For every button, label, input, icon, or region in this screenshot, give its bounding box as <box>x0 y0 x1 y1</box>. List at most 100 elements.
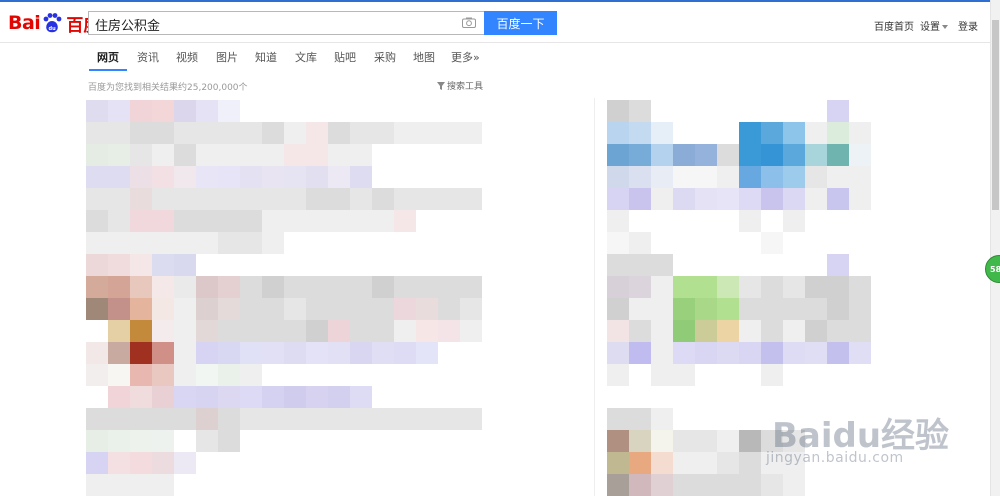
mosaic-cell <box>695 474 717 496</box>
mosaic-cell <box>739 210 761 232</box>
tab-images[interactable]: 图片 <box>216 49 238 65</box>
mosaic-cell <box>607 254 629 276</box>
mosaic-cell <box>372 342 394 364</box>
mosaic-cell <box>350 166 372 188</box>
mosaic-cell <box>262 298 284 320</box>
tab-wenku[interactable]: 文库 <box>295 49 317 65</box>
tab-video[interactable]: 视频 <box>176 49 198 65</box>
mosaic-cell <box>673 276 695 298</box>
mosaic-cell <box>152 166 174 188</box>
mosaic-cell <box>651 430 673 452</box>
mosaic-cell <box>717 298 739 320</box>
mosaic-cell <box>86 430 108 452</box>
link-home[interactable]: 百度首页 <box>874 18 914 33</box>
mosaic-cell <box>673 364 695 386</box>
mosaic-cell <box>438 320 460 342</box>
mosaic-cell <box>350 188 372 210</box>
mosaic-cell <box>130 100 152 122</box>
mosaic-cell <box>783 166 805 188</box>
mosaic-cell <box>805 342 827 364</box>
tab-tieba[interactable]: 贴吧 <box>334 49 356 65</box>
search-button[interactable]: 百度一下 <box>484 11 557 35</box>
mosaic-cell <box>438 408 460 430</box>
column-divider <box>594 98 595 496</box>
mosaic-cell <box>108 100 130 122</box>
mosaic-cell <box>152 386 174 408</box>
mosaic-cell <box>240 342 262 364</box>
tab-web[interactable]: 网页 <box>97 49 119 65</box>
mosaic-cell <box>108 144 130 166</box>
mosaic-cell <box>651 408 673 430</box>
mosaic-cell <box>372 210 394 232</box>
mosaic-cell <box>761 232 783 254</box>
mosaic-cell <box>805 144 827 166</box>
search-tools-button[interactable]: 搜索工具 <box>437 79 483 92</box>
tab-news[interactable]: 资讯 <box>137 49 159 65</box>
mosaic-cell <box>350 210 372 232</box>
link-settings[interactable]: 设置 <box>920 18 948 33</box>
float-button[interactable]: 58 <box>985 255 1000 283</box>
mosaic-cell <box>306 276 328 298</box>
mosaic-cell <box>651 320 673 342</box>
mosaic-cell <box>849 276 871 298</box>
mosaic-cell <box>460 188 482 210</box>
mosaic-cell <box>152 298 174 320</box>
tab-purchase[interactable]: 采购 <box>374 49 396 65</box>
mosaic-cell <box>695 452 717 474</box>
search-input[interactable]: 住房公积金 <box>88 11 484 35</box>
mosaic-cell <box>438 188 460 210</box>
mosaic-cell <box>284 342 306 364</box>
mosaic-cell <box>262 144 284 166</box>
mosaic-cell <box>328 122 350 144</box>
mosaic-cell <box>673 188 695 210</box>
tab-zhidao[interactable]: 知道 <box>255 49 277 65</box>
mosaic-cell <box>196 386 218 408</box>
mosaic-cell <box>328 210 350 232</box>
mosaic-cell <box>218 232 240 254</box>
mosaic-cell <box>350 144 372 166</box>
mosaic-cell <box>174 122 196 144</box>
mosaic-cell <box>240 166 262 188</box>
camera-icon[interactable] <box>462 17 476 28</box>
mosaic-cell <box>218 210 240 232</box>
mosaic-cell <box>739 298 761 320</box>
mosaic-cell <box>196 364 218 386</box>
mosaic-cell <box>695 342 717 364</box>
mosaic-cell <box>350 320 372 342</box>
mosaic-cell <box>262 320 284 342</box>
mosaic-cell <box>629 166 651 188</box>
search-tools-label: 搜索工具 <box>447 82 484 92</box>
mosaic-cell <box>651 144 673 166</box>
mosaic-cell <box>218 144 240 166</box>
baidu-logo[interactable]: Bai du 百度 <box>8 10 100 36</box>
mosaic-cell <box>827 342 849 364</box>
mosaic-cell <box>761 342 783 364</box>
mosaic-cell <box>673 452 695 474</box>
mosaic-cell <box>827 320 849 342</box>
mosaic-cell <box>86 188 108 210</box>
mosaic-cell <box>284 166 306 188</box>
mosaic-cell <box>350 408 372 430</box>
mosaic-cell <box>607 364 629 386</box>
mosaic-cell <box>827 298 849 320</box>
mosaic-cell <box>218 166 240 188</box>
mosaic-cell <box>739 276 761 298</box>
mosaic-cell <box>629 254 651 276</box>
mosaic-cell <box>130 386 152 408</box>
scrollbar-thumb[interactable] <box>992 20 999 210</box>
mosaic-cell <box>218 298 240 320</box>
tab-map[interactable]: 地图 <box>413 49 435 65</box>
mosaic-cell <box>196 166 218 188</box>
mosaic-cell <box>86 254 108 276</box>
link-login[interactable]: 登录 <box>958 18 978 33</box>
tab-more[interactable]: 更多» <box>451 49 480 65</box>
mosaic-cell <box>849 122 871 144</box>
result-count: 百度为您找到相关结果约25,200,000个 <box>88 83 248 93</box>
mosaic-cell <box>86 342 108 364</box>
scrollbar[interactable] <box>990 0 1000 496</box>
mosaic-cell <box>783 144 805 166</box>
mosaic-cell <box>262 122 284 144</box>
mosaic-cell <box>152 430 174 452</box>
mosaic-cell <box>284 386 306 408</box>
mosaic-cell <box>673 342 695 364</box>
